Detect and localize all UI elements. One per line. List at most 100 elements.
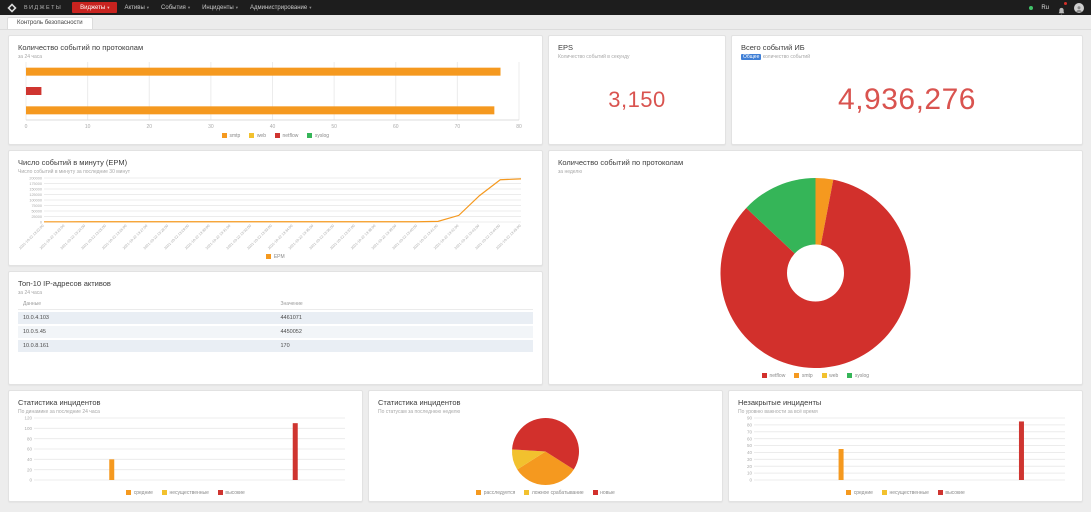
svg-text:80: 80 xyxy=(747,422,753,427)
chart-svg: 0 20 40 60 80 100 120 xyxy=(24,415,345,482)
legend-label: несущественные xyxy=(889,489,929,496)
legend-item: smtp xyxy=(794,372,813,379)
svg-text:80: 80 xyxy=(516,124,522,130)
widget-title: Количество событий по протоколам xyxy=(558,158,684,167)
svg-text:20: 20 xyxy=(146,124,152,130)
widget-title: Незакрытые инциденты xyxy=(738,398,822,407)
nav-item-assets[interactable]: Активы ▾ xyxy=(119,3,154,13)
legend-item: расследуется xyxy=(476,490,515,496)
legend-item: netflow xyxy=(275,133,298,139)
svg-text:50: 50 xyxy=(747,443,753,448)
legend-color-swatch xyxy=(275,133,280,138)
legend-color-swatch xyxy=(794,373,800,378)
chart-svg: 0 10 20 3040 50 60 70 80 90 xyxy=(747,415,1065,482)
nav-item-label: Виджеты xyxy=(80,4,106,11)
brand-label: ВИДЖЕТЫ xyxy=(24,4,63,11)
table-row[interactable]: 10.0.5.45 4450052 xyxy=(18,325,533,338)
widget-title: Статистика инцидентов xyxy=(18,398,101,407)
bottom-row: Статистика инцидентов По динамике за пос… xyxy=(8,390,1083,502)
legend-item: netflow xyxy=(761,372,786,379)
legend-label: smtp xyxy=(801,372,813,379)
chart-svg xyxy=(720,177,911,368)
legend-item: syslog xyxy=(847,373,869,379)
legend-label: средние xyxy=(133,489,153,496)
nav-item-administration[interactable]: Администрирование ▾ xyxy=(245,3,316,13)
legend-color-swatch xyxy=(266,254,272,259)
svg-text:70: 70 xyxy=(455,124,461,130)
nav-item-label: Инциденты xyxy=(202,4,234,11)
legend-label: новые xyxy=(600,489,615,496)
table-row[interactable]: 10.0.8.161 170 xyxy=(18,339,533,352)
topbar-right: Ru xyxy=(1029,1,1084,15)
widget-top10-ip: Топ-10 IP-адресов активов за 24 часа Дан… xyxy=(8,271,543,385)
tab-security-control[interactable]: Контроль безопасности xyxy=(7,16,93,29)
nav-item-events[interactable]: События ▾ xyxy=(156,3,195,13)
svg-text:0: 0 xyxy=(25,124,28,130)
legend-label: netflow xyxy=(769,372,786,379)
nav-item-label: События xyxy=(161,4,186,11)
chart-svg xyxy=(512,417,579,485)
legend-label: средние xyxy=(853,489,873,496)
widget-header: Число событий в минуту (EPM) Число событ… xyxy=(18,158,533,175)
widget-total-events: Всего событий ИБ Общее количество событи… xyxy=(731,35,1083,145)
status-indicator-dot xyxy=(1029,5,1034,10)
legend-color-swatch xyxy=(221,133,227,138)
language-switch[interactable]: Ru xyxy=(1041,5,1049,11)
legend-item: несущественные xyxy=(161,490,209,496)
svg-text:175000: 175000 xyxy=(29,181,42,185)
widget-header: Топ-10 IP-адресов активов за 24 часа xyxy=(18,279,533,296)
legend-color-swatch xyxy=(592,490,598,495)
svg-text:40: 40 xyxy=(27,456,33,461)
legend-label: расследуется xyxy=(483,489,516,496)
legend-item: web xyxy=(249,133,266,139)
widget-title: Статистика инцидентов xyxy=(378,398,461,407)
nav-item-incidents[interactable]: Инциденты ▾ xyxy=(197,3,243,13)
legend-label: web xyxy=(256,132,266,139)
topbar: ВИДЖЕТЫ Виджеты ▾ Активы ▾ События ▾ Инц… xyxy=(0,0,1091,15)
dashboard-tabbar: Контроль безопасности xyxy=(0,15,1091,30)
legend-label: syslog xyxy=(854,372,870,379)
svg-text:0: 0 xyxy=(29,477,32,482)
legend-color-swatch xyxy=(161,490,167,495)
legend-color-swatch xyxy=(126,490,132,495)
svg-text:90: 90 xyxy=(747,415,753,420)
chart-legend: средние несущественные высокие xyxy=(18,487,353,498)
app-logo-icon[interactable] xyxy=(7,2,17,13)
widget-header: Количество событий по протоколам за неде… xyxy=(558,158,1073,175)
top10-table: Данные Значение 10.0.4.103 4461071 10.0.5.45… xyxy=(18,299,533,382)
table-cell: 170 xyxy=(280,342,290,349)
user-avatar[interactable] xyxy=(1074,2,1084,13)
svg-text:50000: 50000 xyxy=(31,209,42,213)
svg-text:10: 10 xyxy=(85,124,91,130)
protocols-pie-chart xyxy=(558,175,1073,371)
svg-text:60: 60 xyxy=(27,446,33,451)
incident-status-pie-chart xyxy=(378,415,713,488)
table-cell: 10.0.5.45 xyxy=(23,328,46,335)
table-header-row: Данные Значение xyxy=(18,299,533,310)
legend-item: новые xyxy=(592,489,615,496)
epm-line-chart: 0 25000 50000 75000 100000 125000 150000 175000… xyxy=(18,175,533,252)
chevron-down-icon: ▾ xyxy=(187,4,191,10)
chart-legend: netflow smtp web syslog xyxy=(558,370,1073,381)
legend-color-swatch xyxy=(761,373,767,378)
nav-item-widgets[interactable]: Виджеты ▾ xyxy=(72,2,118,13)
chevron-down-icon: ▾ xyxy=(146,4,150,10)
widget-header: Статистика инцидентов По статусам за пос… xyxy=(378,398,713,415)
legend-item: несущественные xyxy=(881,489,929,496)
svg-text:30: 30 xyxy=(208,124,214,130)
widget-title: EPS xyxy=(558,43,574,52)
widget-title: Всего событий ИБ xyxy=(741,43,805,52)
chevron-down-icon: ▾ xyxy=(235,4,238,10)
widget-subtitle: за 24 часа xyxy=(18,289,43,296)
widget-title: Количество событий по протоколам xyxy=(18,43,144,52)
widget-epm-line: Число событий в минуту (EPM) Число событ… xyxy=(8,150,543,266)
legend-color-swatch xyxy=(307,133,313,138)
legend-label: высокие xyxy=(945,489,965,496)
widget-header: Статистика инцидентов По динамике за пос… xyxy=(18,398,353,415)
notifications-bell-icon[interactable] xyxy=(1057,1,1068,15)
eps-value: 3,150 xyxy=(608,87,666,113)
svg-text:200000: 200000 xyxy=(29,176,42,180)
legend-color-swatch xyxy=(524,490,530,495)
table-row[interactable]: 10.0.4.103 4461071 xyxy=(18,311,533,324)
svg-text:75000: 75000 xyxy=(31,203,42,207)
